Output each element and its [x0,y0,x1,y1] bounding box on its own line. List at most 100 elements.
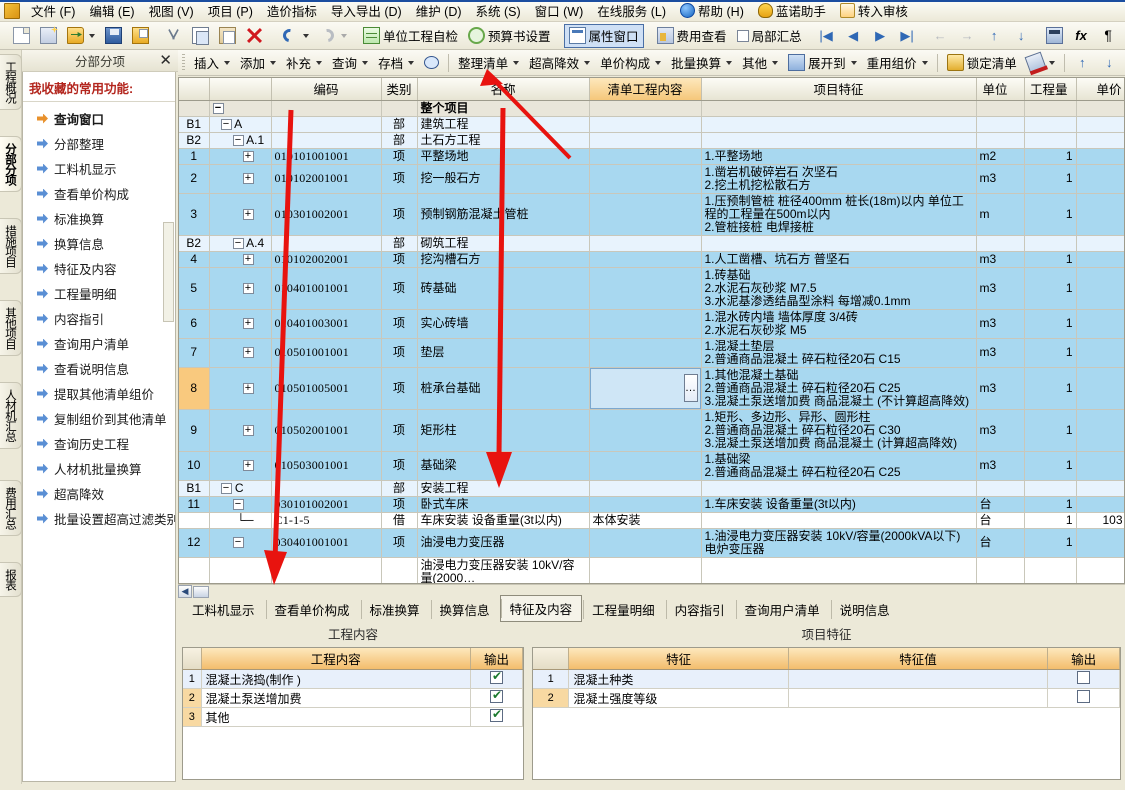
cell-list-work-content[interactable] [589,164,702,194]
sidebar-item-super-high-derating[interactable]: 超高降效 [23,481,175,506]
cell-unit-price[interactable] [1076,251,1124,268]
cell-name[interactable]: 挖沟槽石方 [417,251,590,268]
cell-list-work-content[interactable] [589,116,702,133]
book-button[interactable] [1122,24,1125,48]
output-cell[interactable] [1047,688,1120,708]
cell-features[interactable] [701,235,977,252]
cell-unit[interactable]: m3 [976,451,1025,481]
cell-unit[interactable]: m [976,193,1025,236]
batch-conversion-button[interactable]: 批量换算 [666,51,737,75]
cell-unit[interactable]: m3 [976,409,1025,452]
query-button[interactable]: 查询 [327,51,373,75]
cell-category[interactable]: 部 [381,480,418,497]
expand-toggle-icon[interactable]: + [242,253,254,265]
cell-list-work-content[interactable] [589,338,702,368]
cell-name[interactable]: 实心砖墙 [417,309,590,339]
table-row[interactable]: − 整个项目 [179,100,1124,117]
cell-code[interactable]: 010301002001 [271,193,382,236]
cell-code[interactable]: 010101001001 [271,148,382,165]
cell-category[interactable]: 项 [381,451,418,481]
collapse-toggle-icon[interactable]: − [232,498,244,510]
project-features-grid[interactable]: 特征 特征值 输出 1 混凝土种类 2 混凝土强度等级 [532,647,1121,780]
cell-unit-price[interactable] [1076,557,1124,583]
cell-list-work-content[interactable]: 本体安装 [589,512,702,529]
cell-code[interactable] [271,116,382,133]
cell-name[interactable]: 垫层 [417,338,590,368]
sidebar-item-standard-conversion[interactable]: 标准换算 [23,206,175,231]
work-content-grid[interactable]: 工程内容 输出 1 混凝土浇捣(制作 ) ✔ 2 混凝土泵送增加费 ✔ 3 其他… [182,647,524,780]
cell-category[interactable]: 项 [381,367,418,410]
cell-tree[interactable]: + [209,148,272,165]
cell-features[interactable]: 1.车床安装 设备重量(3t以内) [701,496,977,513]
expand-toggle-icon[interactable]: + [242,208,254,220]
cell-code[interactable]: 010401001001 [271,267,382,310]
menu-edit[interactable]: 编辑 (E) [82,0,141,23]
cell-name[interactable]: 安装工程 [417,480,590,497]
work-content-value[interactable]: 混凝土泵送增加费 [201,688,471,708]
collapse-toggle-icon[interactable]: − [232,537,244,549]
menu-help[interactable]: 帮助 (H) [673,0,751,23]
checkbox-unchecked-icon[interactable] [1077,690,1091,703]
sidebar-item-conversion-info[interactable]: 换算信息 [23,231,175,256]
subsection-items-grid[interactable]: 编码 类别 名称 清单工程内容 项目特征 单位 工程量 单价 − 整个项目 B1… [178,77,1125,584]
tab-description-info[interactable]: 说明信息 [830,596,900,622]
cell-category[interactable]: 项 [381,528,418,558]
cell-list-work-content[interactable] [589,148,702,165]
cell-code[interactable]: 010102002001 [271,251,382,268]
list-item[interactable]: 2 混凝土泵送增加费 [183,688,523,708]
fee-view-button[interactable]: 费用查看 [652,24,732,48]
menu-view[interactable]: 视图 (V) [142,0,201,23]
table-row[interactable]: 11 − 030101002001 项 卧式车床 1.车床安装 设备重量(3t以… [179,496,1124,513]
col-header-name[interactable]: 名称 [417,78,590,101]
cell-quantity[interactable]: 1 [1024,367,1077,410]
cell-unit-price[interactable] [1076,309,1124,339]
new-project-button[interactable] [35,24,62,48]
collapse-toggle-icon[interactable]: − [220,118,232,130]
open-button[interactable] [62,24,100,48]
col-header-category[interactable]: 类别 [381,78,418,101]
cell-features[interactable] [701,512,977,529]
cell-tree[interactable]: + [209,409,272,452]
col-header-project-features[interactable]: 项目特征 [701,78,977,101]
cell-tree[interactable]: + [209,164,272,194]
cell-unit-price[interactable] [1076,116,1124,133]
cell-list-work-content[interactable] [589,451,702,481]
col-header-list-work-content[interactable]: 清单工程内容 [589,78,702,101]
menu-online-service[interactable]: 在线服务 (L) [590,0,673,23]
feature-name[interactable]: 混凝土强度等级 [568,688,789,708]
tab-query-user-list[interactable]: 查询用户清单 [735,596,830,622]
collapse-toggle-icon[interactable]: − [212,102,224,114]
vtab-labor-material-machine[interactable]: 人材机汇总 [0,382,22,449]
row-move-down-button[interactable]: ↓ [1096,51,1123,75]
cell-list-work-content[interactable] [589,132,702,149]
cell-features[interactable]: 1.油浸电力变压器安装 10kV/容量(2000kVA以下) 电炉变压器 [701,528,977,558]
cell-features[interactable]: 1.平整场地 [701,148,977,165]
expand-toggle-icon[interactable]: + [242,282,254,294]
cell-tree[interactable]: − [209,528,272,558]
cell-quantity[interactable]: 1 [1024,309,1077,339]
expand-toggle-icon[interactable]: + [242,460,254,472]
cell-unit-price[interactable] [1076,100,1124,117]
cell-category[interactable]: 部 [381,116,418,133]
sidebar-item-batch-filter-category[interactable]: 批量设置超高过滤类别 [23,506,175,531]
cell-category[interactable]: 部 [381,132,418,149]
ellipsis-button[interactable]: … [683,374,698,402]
cell-name[interactable]: 整个项目 [417,100,590,117]
cell-list-work-content[interactable] [589,235,702,252]
copy-button[interactable] [187,24,214,48]
checkbox-checked-icon[interactable] [490,669,503,684]
cell-category[interactable]: 项 [381,251,418,268]
table-row[interactable]: 7 + 010501001001 项 垫层 1.混凝土垫层 2.普通商品混凝土 … [179,338,1124,368]
tab-standard-conversion[interactable]: 标准换算 [360,596,430,622]
cell-unit[interactable]: 台 [976,512,1025,529]
table-row[interactable]: 2 + 010102001001 项 挖一般石方 1.凿岩机破碎岩石 次坚石 2… [179,164,1124,194]
cell-list-work-content[interactable] [589,309,702,339]
paragraph-button[interactable]: ¶ [1095,24,1122,48]
reuse-pricing-button[interactable]: 重用组价 [862,51,933,75]
table-row[interactable]: B1 − A 部 建筑工程 [179,116,1124,133]
cell-tree[interactable]: └─ [209,512,272,529]
cell-code[interactable]: 010401003001 [271,309,382,339]
cell-features[interactable] [701,100,977,117]
sidebar-item-query-history[interactable]: 查询历史工程 [23,431,175,456]
cell-features[interactable]: 1.人工凿槽、坑石方 普坚石 [701,251,977,268]
